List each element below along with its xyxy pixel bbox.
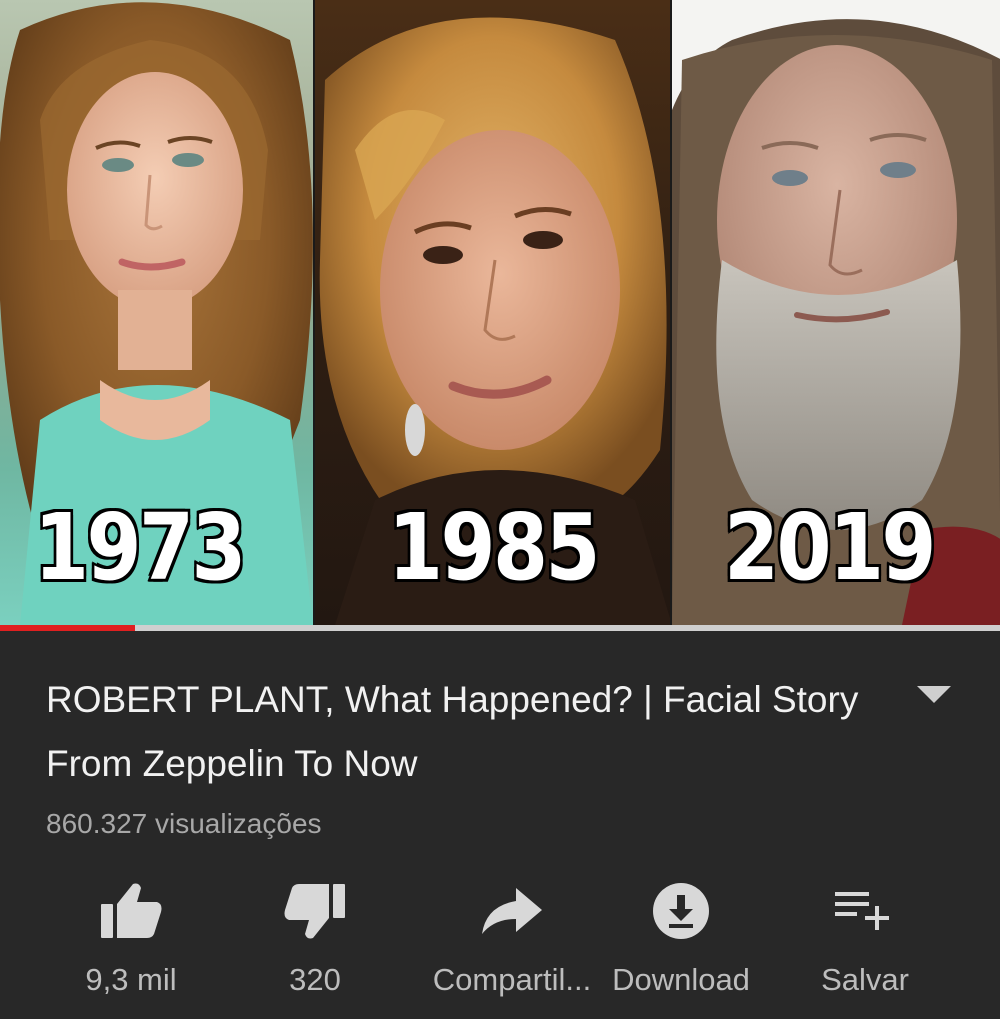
save-label: Salvar	[821, 962, 909, 997]
share-button[interactable]: Compartil...	[412, 870, 612, 1010]
download-button[interactable]: Download	[596, 870, 766, 1010]
video-watch-page: 1973 1985 2019 ROBERT PLANT, What Happen…	[0, 0, 1000, 1019]
view-count: 860.327 visualizações	[46, 808, 322, 839]
year-label-1: 1973	[32, 494, 249, 601]
action-bar: 9,3 mil 320 Compartil... Download Salvar	[0, 870, 1000, 1010]
thumbnail-panel-1985: 1985	[313, 0, 670, 625]
playlist-add-icon	[835, 892, 889, 930]
expand-description-button[interactable]	[906, 675, 962, 715]
video-progress-bar[interactable]	[0, 625, 1000, 631]
video-title: ROBERT PLANT, What Happened? | Facial St…	[46, 679, 859, 784]
year-label-2: 1985	[386, 494, 603, 601]
thumbnail-panel-2019: 2019	[670, 0, 1000, 625]
save-button[interactable]: Salvar	[780, 870, 950, 1010]
chevron-down-icon	[917, 686, 951, 703]
year-label-3: 2019	[722, 494, 939, 601]
thumbs-down-icon	[284, 884, 345, 939]
share-label: Compartil...	[432, 962, 592, 997]
progress-played-fill	[0, 625, 135, 631]
thumbs-up-icon	[101, 883, 162, 938]
download-icon	[653, 883, 709, 939]
video-player[interactable]: 1973 1985 2019	[0, 0, 1000, 625]
dislike-count: 320	[289, 962, 341, 997]
dislike-button[interactable]: 320	[230, 870, 400, 1010]
share-icon	[482, 888, 542, 934]
download-label: Download	[612, 962, 750, 997]
like-count: 9,3 mil	[85, 962, 177, 997]
thumbnail-panel-1973: 1973	[0, 0, 313, 625]
like-button[interactable]: 9,3 mil	[46, 870, 216, 1010]
